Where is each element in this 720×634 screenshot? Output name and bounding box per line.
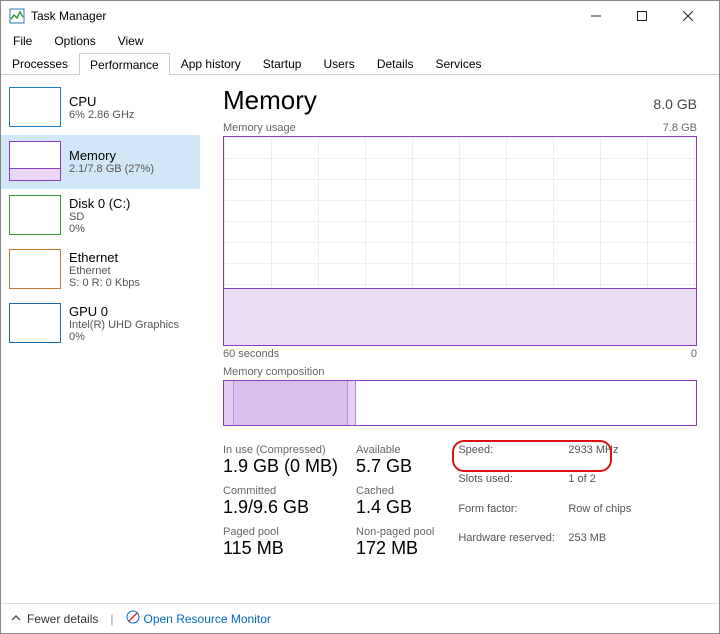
tab-app-history[interactable]: App history: [170, 52, 252, 74]
tab-users[interactable]: Users: [312, 52, 365, 74]
fewer-details-label: Fewer details: [27, 612, 98, 626]
memory-details: Speed: 2933 MHz Slots used: 1 of 2 Form …: [458, 444, 631, 559]
task-manager-icon: [9, 8, 25, 24]
menu-file[interactable]: File: [7, 33, 38, 49]
sidebar-item-label: Ethernet: [69, 250, 140, 265]
tab-services[interactable]: Services: [425, 52, 493, 74]
memory-total: 8.0 GB: [653, 96, 697, 112]
tab-details[interactable]: Details: [366, 52, 425, 74]
ethernet-thumb-icon: [9, 249, 61, 289]
stat-label: Cached: [356, 485, 434, 497]
stat-label: In use (Compressed): [223, 444, 338, 456]
content-area: CPU 6% 2.86 GHz Memory 2.1/7.8 GB (27%) …: [1, 75, 719, 603]
sidebar-item-label: Memory: [69, 148, 154, 163]
minimize-button[interactable]: [573, 1, 619, 31]
detail-label: Slots used:: [458, 473, 568, 500]
resource-monitor-icon: [126, 610, 140, 627]
chart-xaxis-right: 0: [691, 348, 697, 360]
memory-composition-chart[interactable]: [223, 380, 697, 426]
gpu-thumb-icon: [9, 303, 61, 343]
stat-value: 172 MB: [356, 538, 434, 559]
memory-usage-chart[interactable]: [223, 136, 697, 346]
composition-segment: [234, 381, 348, 425]
stat-committed: Committed 1.9/9.6 GB: [223, 485, 338, 518]
maximize-button[interactable]: [619, 1, 665, 31]
stat-in-use: In use (Compressed) 1.9 GB (0 MB): [223, 444, 338, 477]
perf-sidebar: CPU 6% 2.86 GHz Memory 2.1/7.8 GB (27%) …: [1, 75, 201, 603]
menu-options[interactable]: Options: [48, 33, 101, 49]
open-resource-monitor-link[interactable]: Open Resource Monitor: [126, 610, 271, 627]
composition-segment: [348, 381, 356, 425]
sidebar-item-memory[interactable]: Memory 2.1/7.8 GB (27%): [1, 135, 200, 189]
detail-label: Speed:: [458, 444, 568, 471]
stat-label: Available: [356, 444, 434, 456]
tab-performance[interactable]: Performance: [79, 53, 170, 75]
menu-view[interactable]: View: [112, 33, 150, 49]
composition-segment: [224, 381, 234, 425]
cpu-thumb-icon: [9, 87, 61, 127]
sidebar-item-disk[interactable]: Disk 0 (C:) SD 0%: [1, 189, 200, 243]
detail-label: Form factor:: [458, 503, 568, 530]
sidebar-item-sub: Ethernet: [69, 265, 140, 277]
stat-label: Committed: [223, 485, 338, 497]
stat-label: Paged pool: [223, 526, 338, 538]
close-button[interactable]: [665, 1, 711, 31]
detail-value: 1 of 2: [568, 473, 631, 500]
stat-value: 1.9/9.6 GB: [223, 497, 338, 518]
stat-value: 5.7 GB: [356, 456, 434, 477]
sidebar-item-sub: 2.1/7.8 GB (27%): [69, 163, 154, 175]
sidebar-item-sub: Intel(R) UHD Graphics: [69, 319, 179, 331]
sidebar-item-sub2: 0%: [69, 331, 179, 343]
tab-strip: Processes Performance App history Startu…: [1, 51, 719, 75]
sidebar-item-sub2: 0%: [69, 223, 130, 235]
usage-chart-max: 7.8 GB: [663, 122, 697, 134]
fewer-details-button[interactable]: Fewer details: [11, 612, 98, 626]
stat-cached: Cached 1.4 GB: [356, 485, 434, 518]
stat-value: 115 MB: [223, 538, 338, 559]
disk-thumb-icon: [9, 195, 61, 235]
tab-startup[interactable]: Startup: [252, 52, 313, 74]
composition-label: Memory composition: [223, 366, 697, 378]
sidebar-item-sub: SD: [69, 211, 130, 223]
sidebar-item-gpu[interactable]: GPU 0 Intel(R) UHD Graphics 0%: [1, 297, 200, 351]
separator: |: [110, 612, 113, 626]
stat-available: Available 5.7 GB: [356, 444, 434, 477]
stat-value: 1.9 GB (0 MB): [223, 456, 338, 477]
tab-processes[interactable]: Processes: [1, 52, 79, 74]
detail-value: Row of chips: [568, 503, 631, 530]
link-label: Open Resource Monitor: [144, 612, 271, 626]
memory-thumb-icon: [9, 141, 61, 181]
stat-nonpaged-pool: Non-paged pool 172 MB: [356, 526, 434, 559]
usage-chart-label: Memory usage: [223, 122, 296, 134]
main-panel: Memory 8.0 GB Memory usage 7.8 GB 60 sec…: [201, 75, 719, 603]
detail-value: 253 MB: [568, 532, 631, 559]
sidebar-item-label: Disk 0 (C:): [69, 196, 130, 211]
titlebar: Task Manager: [1, 1, 719, 31]
menubar: File Options View: [1, 31, 719, 51]
sidebar-item-cpu[interactable]: CPU 6% 2.86 GHz: [1, 81, 200, 135]
detail-value: 2933 MHz: [568, 444, 631, 471]
chart-xaxis-left: 60 seconds: [223, 348, 279, 360]
bottom-bar: Fewer details | Open Resource Monitor: [1, 603, 719, 633]
page-heading: Memory: [223, 85, 317, 116]
stat-value: 1.4 GB: [356, 497, 434, 518]
memory-usage-fill: [224, 288, 696, 345]
chevron-up-icon: [11, 612, 21, 626]
sidebar-item-label: CPU: [69, 94, 134, 109]
sidebar-item-ethernet[interactable]: Ethernet Ethernet S: 0 R: 0 Kbps: [1, 243, 200, 297]
detail-label: Hardware reserved:: [458, 532, 568, 559]
window-title: Task Manager: [31, 9, 106, 23]
stat-label: Non-paged pool: [356, 526, 434, 538]
sidebar-item-label: GPU 0: [69, 304, 179, 319]
sidebar-item-sub: 6% 2.86 GHz: [69, 109, 134, 121]
stat-paged-pool: Paged pool 115 MB: [223, 526, 338, 559]
sidebar-item-sub2: S: 0 R: 0 Kbps: [69, 277, 140, 289]
